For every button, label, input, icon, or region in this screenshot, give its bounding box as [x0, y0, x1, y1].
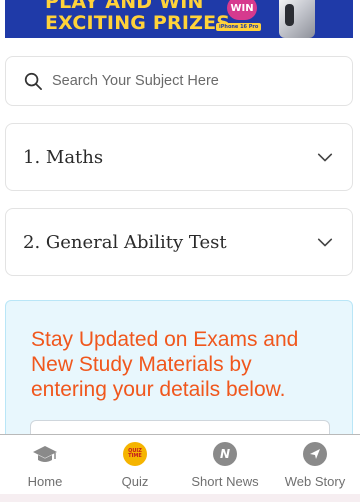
bottom-navigation: Home QUIZ TIME Quiz N Short News Web Sto…: [0, 434, 360, 494]
phone-image: [279, 0, 315, 38]
nav-label-short-news: Short News: [191, 474, 259, 489]
banner-line-2: EXCITING PRIZES: [45, 12, 231, 34]
news-n-icon: N: [212, 441, 238, 467]
nav-item-home[interactable]: Home: [0, 435, 90, 494]
newsletter-signup-box: Stay Updated on Exams and New Study Mate…: [5, 300, 353, 440]
search-icon: [23, 71, 43, 91]
chevron-down-icon[interactable]: [315, 232, 335, 252]
nav-label-home: Home: [27, 474, 63, 489]
prize-tag: iPhone 16 Pro: [216, 23, 262, 31]
subject-accordion-maths[interactable]: 1. Maths: [5, 123, 353, 191]
web-story-icon: [302, 441, 328, 467]
subject-title: 2. General Ability Test: [23, 231, 227, 253]
quiz-time-icon: QUIZ TIME: [122, 441, 148, 467]
newsletter-heading: Stay Updated on Exams and New Study Mate…: [31, 328, 299, 401]
promo-banner[interactable]: PLAY AND WIN EXCITING PRIZES WIN iPhone …: [5, 0, 353, 38]
nav-item-quiz[interactable]: QUIZ TIME Quiz: [90, 435, 180, 494]
search-bar[interactable]: Search Your Subject Here: [5, 56, 353, 106]
bottom-strip: [0, 494, 360, 502]
banner-headline: PLAY AND WIN EXCITING PRIZES: [45, 0, 230, 33]
chevron-down-icon[interactable]: [315, 147, 335, 167]
search-input[interactable]: Search Your Subject Here: [52, 73, 219, 89]
win-badge: WIN: [227, 0, 257, 20]
nav-label-web-story: Web Story: [284, 474, 346, 489]
news-badge-letter: N: [213, 442, 237, 466]
subject-title: 1. Maths: [23, 146, 104, 168]
quiz-badge-text: QUIZ TIME: [123, 442, 147, 466]
nav-item-web-story[interactable]: Web Story: [270, 435, 360, 494]
nav-label-quiz: Quiz: [121, 474, 149, 489]
subject-accordion-general-ability[interactable]: 2. General Ability Test: [5, 208, 353, 276]
nav-item-short-news[interactable]: N Short News: [180, 435, 270, 494]
graduation-cap-icon: [32, 441, 58, 467]
